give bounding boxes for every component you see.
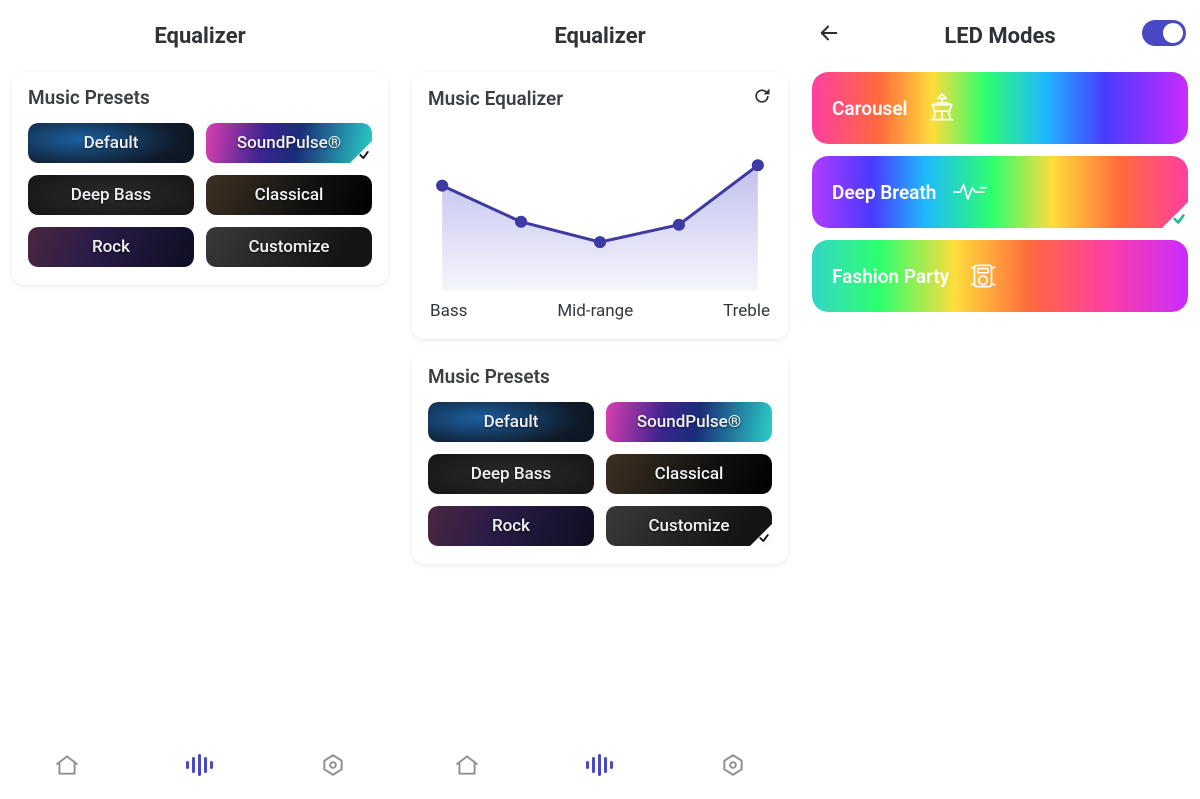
nav-equalizer-icon[interactable]: [587, 752, 613, 778]
equalizer-title: Equalizer: [154, 24, 245, 49]
bottom-nav: [0, 745, 400, 785]
equalizer-title: Equalizer: [554, 24, 645, 49]
preset-label: SoundPulse®: [637, 412, 741, 432]
nav-settings-icon[interactable]: [320, 752, 346, 778]
eq-axis-label-mid: Mid-range: [557, 301, 633, 321]
preset-rock[interactable]: Rock: [28, 227, 194, 267]
music-presets-heading: Music Presets: [428, 365, 550, 388]
music-equalizer-card: Music Equalizer: [412, 72, 788, 339]
preset-default[interactable]: Default: [428, 402, 594, 442]
preset-label: Default: [84, 133, 139, 153]
music-presets-card: Music Presets Default SoundPulse® Deep B…: [12, 72, 388, 285]
preset-label: Default: [484, 412, 539, 432]
nav-home-icon[interactable]: [54, 752, 80, 778]
preset-label: Classical: [655, 464, 724, 484]
led-mode-label: Fashion Party: [832, 265, 949, 288]
led-mode-deepbreath[interactable]: Deep Breath: [812, 156, 1188, 228]
preset-label: Deep Bass: [71, 185, 151, 205]
reset-icon[interactable]: [752, 86, 772, 111]
preset-soundpulse[interactable]: SoundPulse®: [606, 402, 772, 442]
preset-deepbass[interactable]: Deep Bass: [428, 454, 594, 494]
preset-label: Customize: [648, 516, 729, 536]
preset-rock[interactable]: Rock: [428, 506, 594, 546]
preset-deepbass[interactable]: Deep Bass: [28, 175, 194, 215]
pulse-icon: [952, 174, 988, 210]
nav-settings-icon[interactable]: [720, 752, 746, 778]
preset-soundpulse[interactable]: SoundPulse®: [206, 123, 372, 163]
music-presets-heading: Music Presets: [28, 86, 150, 109]
carousel-icon: [924, 90, 960, 126]
led-master-toggle[interactable]: [1142, 20, 1186, 52]
eq-axis-label-treble: Treble: [723, 301, 770, 321]
preset-label: Rock: [92, 237, 130, 257]
led-mode-label: Deep Breath: [832, 181, 936, 204]
preset-default[interactable]: Default: [28, 123, 194, 163]
eq-axis-label-bass: Bass: [430, 301, 467, 321]
preset-label: Rock: [492, 516, 530, 536]
nav-equalizer-icon[interactable]: [187, 752, 213, 778]
led-mode-label: Carousel: [832, 97, 908, 120]
nav-home-icon[interactable]: [454, 752, 480, 778]
preset-label: Classical: [255, 185, 324, 205]
back-button[interactable]: [818, 22, 840, 50]
preset-classical[interactable]: Classical: [606, 454, 772, 494]
preset-customize[interactable]: Customize: [206, 227, 372, 267]
preset-label: Deep Bass: [471, 464, 551, 484]
preset-classical[interactable]: Classical: [206, 175, 372, 215]
equalizer-curve[interactable]: Bass Mid-range Treble: [428, 125, 772, 321]
led-mode-fashionparty[interactable]: Fashion Party: [812, 240, 1188, 312]
selected-check-icon: [1162, 202, 1188, 228]
preset-label: Customize: [248, 237, 329, 257]
preset-label: SoundPulse®: [237, 133, 341, 153]
speaker-icon: [965, 258, 1001, 294]
music-equalizer-heading: Music Equalizer: [428, 87, 563, 110]
led-modes-title: LED Modes: [944, 24, 1055, 49]
toggle-on-icon: [1142, 20, 1186, 46]
arrow-left-icon: [818, 22, 840, 44]
bottom-nav: [400, 745, 800, 785]
preset-customize[interactable]: Customize: [606, 506, 772, 546]
selected-check-icon: [750, 524, 772, 546]
selected-check-icon: [350, 141, 372, 163]
led-mode-carousel[interactable]: Carousel: [812, 72, 1188, 144]
music-presets-card: Music Presets Default SoundPulse® Deep B…: [412, 351, 788, 564]
